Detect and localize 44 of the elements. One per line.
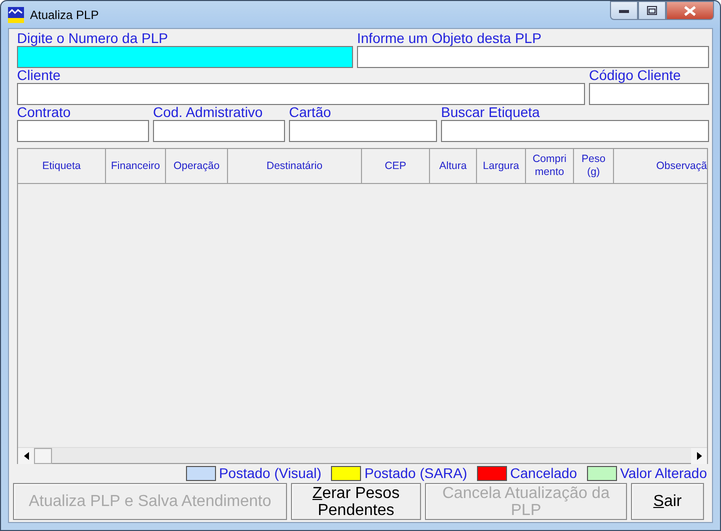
field-label: Contrato — [17, 105, 72, 120]
input-field[interactable] — [441, 120, 709, 142]
column-header[interactable]: Observaçã — [614, 149, 707, 183]
column-header[interactable]: Peso (g) — [574, 149, 614, 183]
input-field[interactable] — [153, 120, 285, 142]
column-header[interactable]: Etiqueta — [18, 149, 106, 183]
maximize-button[interactable] — [638, 1, 666, 20]
scroll-thumb[interactable] — [34, 448, 52, 464]
input-field[interactable] — [357, 46, 709, 68]
field-label: Informe um Objeto desta PLP — [357, 31, 542, 46]
column-header[interactable]: Destinatário — [228, 149, 362, 183]
legend-label: Postado (Visual) — [218, 464, 322, 483]
window-title: Atualiza PLP — [30, 6, 99, 24]
input-field[interactable] — [17, 120, 149, 142]
action-button[interactable]: Sair — [631, 483, 704, 520]
field-label: Cartão — [289, 105, 332, 120]
column-header[interactable]: Comprimento — [526, 149, 574, 183]
scroll-right-icon[interactable] — [696, 452, 702, 460]
close-icon — [684, 6, 696, 16]
minimize-icon — [619, 8, 629, 12]
legend-label: Cancelado — [510, 464, 578, 483]
column-header[interactable]: CEP — [362, 149, 430, 183]
field-label: Digite o Numero da PLP — [17, 31, 169, 46]
maximize-icon — [647, 6, 657, 15]
field-label: Cod. Admistrativo — [153, 105, 264, 120]
legend-label: Valor Alterado — [620, 464, 707, 483]
close-button[interactable] — [666, 1, 714, 20]
column-header[interactable]: Largura — [477, 149, 526, 183]
field-label: Código Cliente — [589, 68, 682, 83]
scroll-left-icon[interactable] — [24, 452, 28, 460]
input-field[interactable] — [289, 120, 437, 142]
column-header[interactable]: Altura — [430, 149, 477, 183]
field-label: Buscar Etiqueta — [441, 105, 541, 120]
app-icon — [8, 6, 24, 22]
input-field[interactable] — [589, 83, 709, 105]
input-field[interactable] — [17, 46, 353, 68]
legend-label: Postado (SARA) — [364, 464, 468, 483]
column-header[interactable]: Financeiro — [106, 149, 166, 183]
horizontal-scrollbar[interactable] — [18, 447, 707, 463]
field-label: Cliente — [17, 68, 62, 83]
minimize-button[interactable] — [610, 1, 638, 20]
input-field[interactable] — [17, 83, 585, 105]
action-button[interactable]: Zerar Pesos Pendentes — [291, 483, 421, 520]
column-header[interactable]: Operação — [166, 149, 228, 183]
